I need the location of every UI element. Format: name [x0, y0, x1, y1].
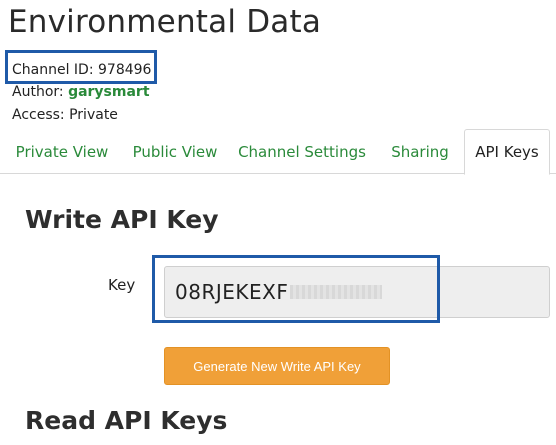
access-label: Access:: [12, 107, 65, 123]
tab-private-view[interactable]: Private View: [8, 129, 116, 174]
key-label: Key: [108, 276, 136, 294]
tab-api-keys[interactable]: API Keys: [464, 129, 550, 175]
channel-author: Author: garysmart: [12, 84, 150, 100]
page-title: Environmental Data: [8, 4, 322, 40]
write-api-key-value: 08RJEKEXF: [175, 280, 289, 304]
channel-id-label: Channel ID:: [12, 62, 94, 78]
access-value: Private: [69, 107, 118, 123]
author-link[interactable]: garysmart: [68, 84, 149, 100]
write-api-key-title: Write API Key: [25, 205, 219, 234]
generate-write-api-key-button[interactable]: Generate New Write API Key: [164, 347, 390, 385]
tab-public-view[interactable]: Public View: [124, 129, 226, 174]
redacted-key-portion: [290, 285, 383, 299]
channel-access: Access: Private: [12, 107, 118, 123]
channel-id-value: 978496: [98, 62, 152, 78]
tab-sharing[interactable]: Sharing: [380, 129, 460, 174]
read-api-keys-title: Read API Keys: [25, 406, 228, 435]
channel-id: Channel ID: 978496: [12, 62, 151, 78]
channel-tabs: Private View Public View Channel Setting…: [0, 129, 556, 175]
tab-channel-settings[interactable]: Channel Settings: [234, 129, 370, 174]
author-label: Author:: [12, 84, 64, 100]
write-api-key-field[interactable]: 08RJEKEXF: [164, 266, 550, 318]
